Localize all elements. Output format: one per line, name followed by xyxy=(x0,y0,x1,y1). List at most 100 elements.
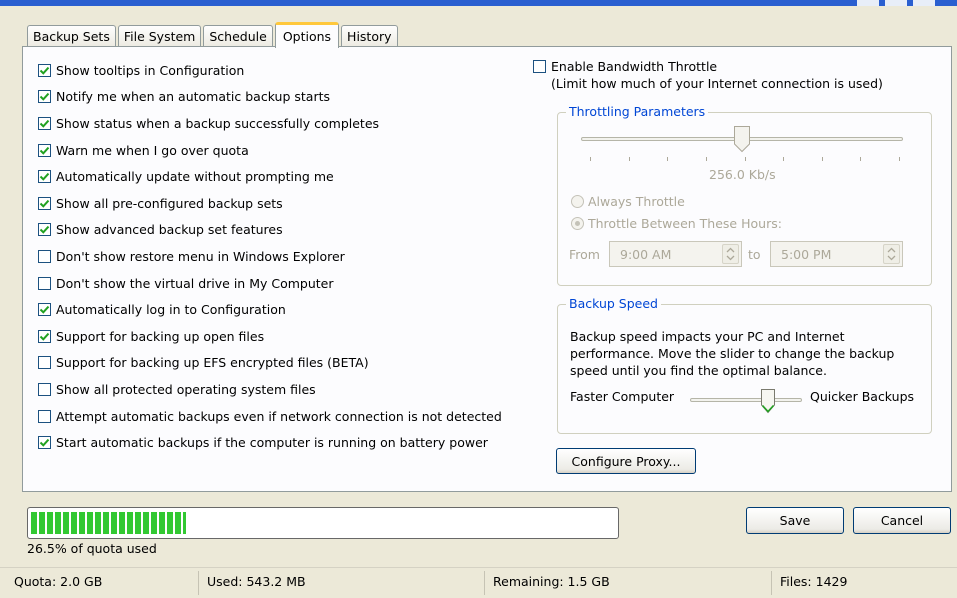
configure-proxy-button[interactable]: Configure Proxy... xyxy=(556,448,696,474)
checkmark-icon xyxy=(39,332,50,341)
throttling-parameters-legend: Throttling Parameters xyxy=(566,104,709,120)
checkmark-icon xyxy=(39,226,50,235)
status-quota: Quota: 2.0 GB xyxy=(14,574,103,589)
option-row[interactable]: Show advanced backup set features xyxy=(38,217,502,244)
option-label[interactable]: Show tooltips in Configuration xyxy=(56,63,244,78)
option-label[interactable]: Show all protected operating system file… xyxy=(56,382,316,397)
spinner-updown-icon xyxy=(726,247,735,261)
option-row[interactable]: Start automatic backups if the computer … xyxy=(38,429,502,456)
option-row[interactable]: Automatically log in to Configuration xyxy=(38,296,502,323)
from-time-field[interactable]: 9:00 AM xyxy=(609,241,742,267)
option-row[interactable]: Show all protected operating system file… xyxy=(38,376,502,403)
tab-file-system[interactable]: File System xyxy=(117,25,202,47)
throttle-between-hours-radio[interactable]: Throttle Between These Hours: xyxy=(571,216,782,231)
cancel-button[interactable]: Cancel xyxy=(853,507,951,534)
option-row[interactable]: Support for backing up EFS encrypted fil… xyxy=(38,350,502,377)
option-row[interactable]: Show status when a backup successfully c… xyxy=(38,110,502,137)
option-row[interactable]: Don't show restore menu in Windows Explo… xyxy=(38,243,502,270)
option-row[interactable]: Don't show the virtual drive in My Compu… xyxy=(38,270,502,297)
option-checkbox[interactable] xyxy=(38,303,51,317)
backup-speed-legend: Backup Speed xyxy=(566,296,661,312)
option-checkbox[interactable] xyxy=(38,436,51,450)
option-checkbox[interactable] xyxy=(38,143,51,157)
throttle-rate-value: 256.0 Kb/s xyxy=(709,167,776,182)
close-button[interactable] xyxy=(913,0,935,6)
checkmark-icon xyxy=(39,439,50,447)
option-label[interactable]: Automatically update without prompting m… xyxy=(56,169,334,184)
tab-options[interactable]: Options xyxy=(274,22,340,48)
option-checkbox[interactable] xyxy=(38,276,51,290)
to-time-spinner[interactable] xyxy=(883,244,900,264)
option-checkbox[interactable] xyxy=(38,356,51,370)
option-label[interactable]: Support for backing up open files xyxy=(56,329,264,344)
option-label[interactable]: Show all pre-configured backup sets xyxy=(56,196,283,211)
backup-speed-description: Backup speed impacts your PC and Interne… xyxy=(570,328,894,379)
tab-history[interactable]: History xyxy=(341,25,398,47)
option-checkbox[interactable] xyxy=(38,223,51,237)
to-time-value: 5:00 PM xyxy=(781,246,832,262)
option-row[interactable]: Show tooltips in Configuration xyxy=(38,57,502,84)
option-checkbox[interactable] xyxy=(38,196,51,210)
status-files: Files: 1429 xyxy=(780,574,848,589)
save-button[interactable]: Save xyxy=(746,507,844,534)
bandwidth-throttle-section: Enable Bandwidth Throttle (Limit how muc… xyxy=(533,58,883,92)
option-row[interactable]: Show all pre-configured backup sets xyxy=(38,190,502,217)
option-checkbox[interactable] xyxy=(38,170,51,184)
always-throttle-radio[interactable]: Always Throttle xyxy=(571,194,685,209)
checkmark-icon xyxy=(39,119,50,128)
always-throttle-label: Always Throttle xyxy=(588,194,685,209)
option-label[interactable]: Automatically log in to Configuration xyxy=(56,302,286,317)
option-checkbox[interactable] xyxy=(38,249,51,263)
backup-speed-slider-track xyxy=(690,398,802,402)
backup-speed-slider-thumb[interactable] xyxy=(760,388,776,414)
from-time-spinner[interactable] xyxy=(722,244,739,264)
radio-indicator xyxy=(571,195,584,208)
radio-indicator xyxy=(571,217,584,230)
option-row[interactable]: Warn me when I go over quota xyxy=(38,137,502,164)
to-time-field[interactable]: 5:00 PM xyxy=(770,241,903,267)
option-label[interactable]: Support for backing up EFS encrypted fil… xyxy=(56,355,369,370)
checkmark-icon xyxy=(39,146,50,155)
tab-strip: Backup Sets File System Schedule Options… xyxy=(27,22,400,48)
checkmark-icon xyxy=(39,306,50,314)
option-label[interactable]: Show advanced backup set features xyxy=(56,222,283,237)
minimize-button[interactable] xyxy=(857,0,879,6)
option-label[interactable]: Notify me when an automatic backup start… xyxy=(56,89,330,104)
option-label[interactable]: Start automatic backups if the computer … xyxy=(56,435,488,450)
checkmark-icon xyxy=(39,93,50,102)
enable-bandwidth-throttle-checkbox[interactable] xyxy=(533,60,546,73)
option-label[interactable]: Don't show restore menu in Windows Explo… xyxy=(56,249,345,264)
option-row[interactable]: Attempt automatic backups even if networ… xyxy=(38,403,502,430)
option-row[interactable]: Support for backing up open files xyxy=(38,323,502,350)
checkmark-icon xyxy=(39,199,50,208)
quota-progress-bar xyxy=(27,507,619,539)
quota-used-text: 26.5% of quota used xyxy=(27,541,157,556)
option-checkbox[interactable] xyxy=(38,382,51,396)
option-checkbox[interactable] xyxy=(38,63,51,77)
checkmark-icon xyxy=(39,66,50,75)
option-label[interactable]: Show status when a backup successfully c… xyxy=(56,116,379,131)
enable-bandwidth-throttle-label[interactable]: Enable Bandwidth Throttle xyxy=(551,58,883,75)
checkmark-icon xyxy=(39,173,50,181)
backup-speed-description-line: performance. Move the slider to change t… xyxy=(570,346,895,361)
option-label[interactable]: Attempt automatic backups even if networ… xyxy=(56,409,502,424)
status-remaining: Remaining: 1.5 GB xyxy=(493,574,610,589)
option-checkbox[interactable] xyxy=(38,116,51,130)
option-row[interactable]: Notify me when an automatic backup start… xyxy=(38,84,502,111)
from-label: From xyxy=(569,247,600,262)
option-checkbox[interactable] xyxy=(38,329,51,343)
option-label[interactable]: Warn me when I go over quota xyxy=(56,143,249,158)
option-label[interactable]: Don't show the virtual drive in My Compu… xyxy=(56,276,333,291)
from-time-value: 9:00 AM xyxy=(620,246,672,262)
option-checkbox[interactable] xyxy=(38,409,51,423)
quota-progress-fill xyxy=(31,512,186,534)
throttle-rate-slider-thumb[interactable] xyxy=(733,125,751,153)
tab-backup-sets[interactable]: Backup Sets xyxy=(27,25,116,47)
throttle-between-hours-label: Throttle Between These Hours: xyxy=(588,216,782,231)
spinner-updown-icon xyxy=(887,247,896,261)
maximize-button[interactable] xyxy=(885,0,907,6)
option-checkbox[interactable] xyxy=(38,90,51,104)
tab-schedule[interactable]: Schedule xyxy=(203,25,273,47)
status-bar: Quota: 2.0 GB Used: 543.2 MB Remaining: … xyxy=(0,567,957,598)
option-row[interactable]: Automatically update without prompting m… xyxy=(38,163,502,190)
